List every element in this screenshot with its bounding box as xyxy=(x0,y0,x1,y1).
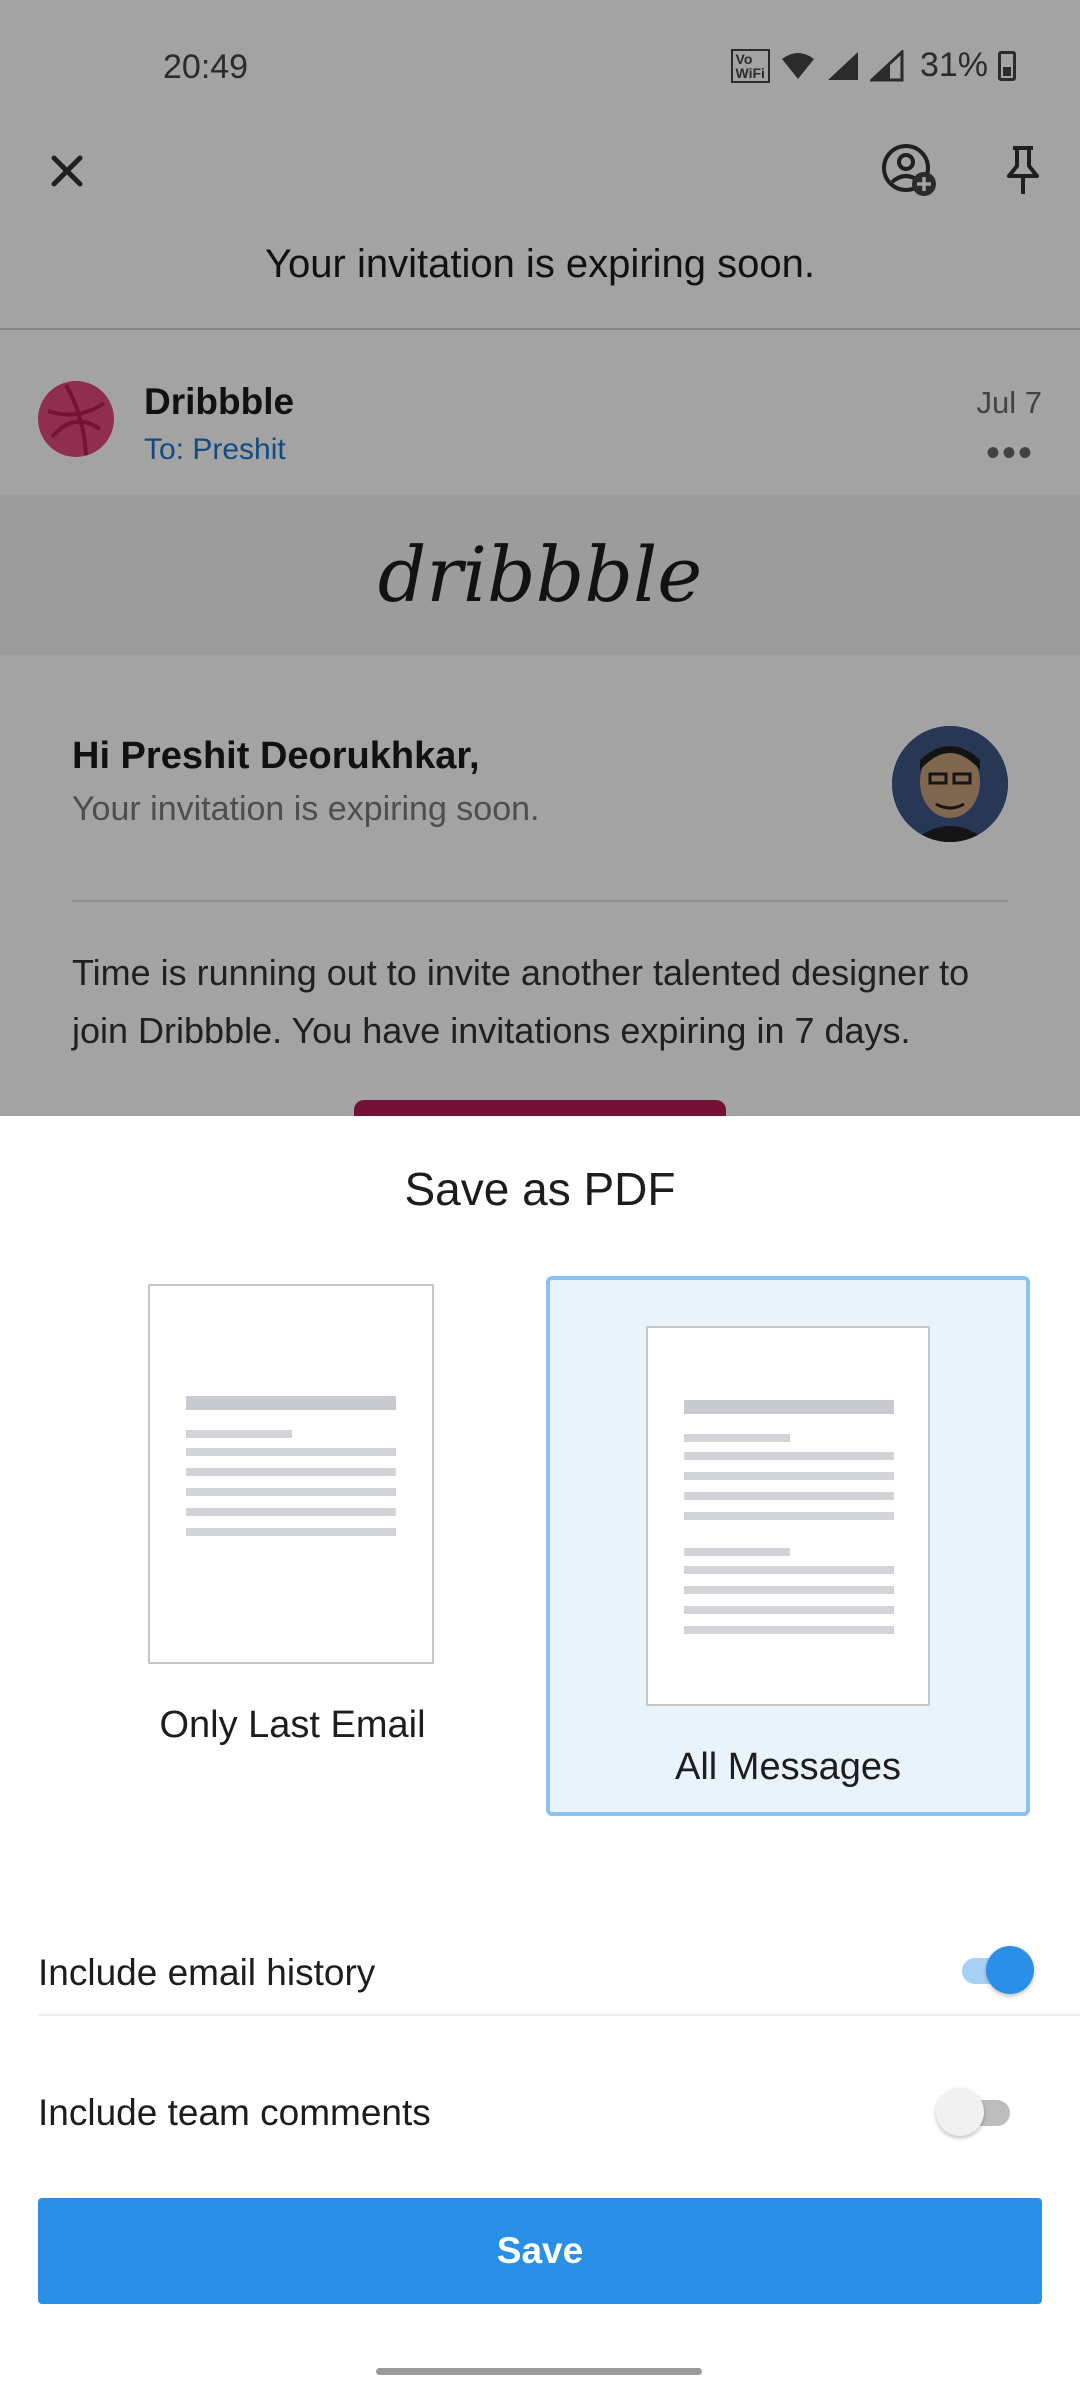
save-as-pdf-sheet: Save as PDF Only Last Email All Messages… xyxy=(0,1116,1080,2400)
option-label-only-last-email: Only Last Email xyxy=(159,1704,426,1746)
stacked-documents-icon xyxy=(646,1326,930,1706)
sheet-title: Save as PDF xyxy=(404,1163,676,1215)
option-only-last-email[interactable]: Only Last Email xyxy=(110,1276,475,1816)
save-button[interactable]: Save xyxy=(38,2198,1042,2304)
modal-scrim[interactable] xyxy=(0,0,1080,1116)
option-label-all-messages: All Messages xyxy=(675,1746,901,1788)
toggle-label-team-comments: Include team comments xyxy=(38,2092,431,2133)
single-document-icon xyxy=(148,1284,434,1664)
toggle-divider xyxy=(38,2014,1080,2016)
option-all-messages[interactable]: All Messages xyxy=(546,1276,1030,1816)
toggle-label-email-history: Include email history xyxy=(38,1952,376,1993)
team-comments-switch[interactable] xyxy=(936,2088,1016,2138)
email-history-switch[interactable] xyxy=(956,1946,1036,1996)
toggle-row-email-history[interactable]: Include email history xyxy=(0,1908,1080,2048)
toggle-row-team-comments[interactable]: Include team comments xyxy=(0,2048,1080,2188)
email-view: 20:49 Vo WiFi 31% Your invitation is expi… xyxy=(0,0,1080,1116)
home-indicator[interactable] xyxy=(376,2368,702,2375)
